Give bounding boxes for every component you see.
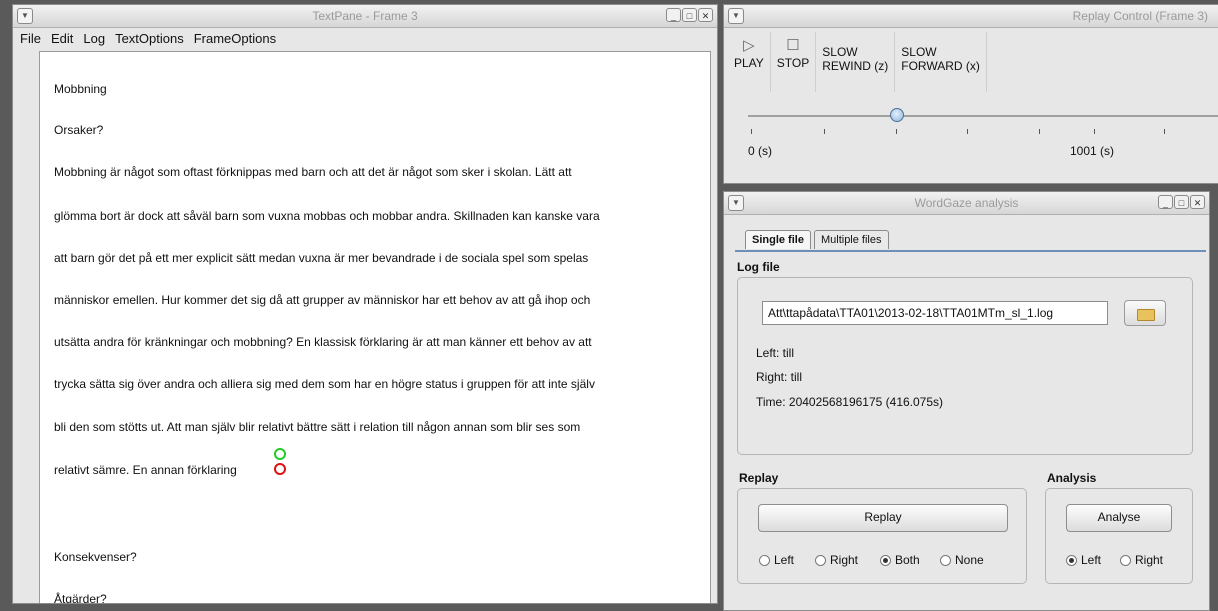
time-label: Time: 20402568196175 (416.075s) — [756, 395, 944, 409]
stop-button[interactable]: ☐ STOP — [771, 32, 817, 92]
replay-slider-thumb[interactable] — [890, 108, 904, 122]
radio-icon — [1120, 554, 1131, 566]
replay-group — [737, 488, 1027, 584]
text-line: utsätta andra för kränkningar och mobbni… — [54, 335, 592, 349]
text-area[interactable]: Mobbning Orsaker? Mobbning är något som … — [39, 51, 711, 604]
play-button[interactable]: ▷ PLAY — [728, 32, 771, 92]
text-line: Mobbning är något som oftast förknippas … — [54, 165, 572, 179]
slider-max-label: 1001 (s) — [1070, 144, 1115, 158]
analysis-radio-right[interactable]: Right — [1120, 553, 1163, 567]
text-line: Mobbning — [54, 82, 107, 96]
gaze-left-marker — [274, 448, 286, 460]
browse-button[interactable] — [1124, 300, 1166, 326]
slider-tick — [1164, 129, 1165, 134]
wordgaze-titlebar[interactable]: ▼ WordGaze analysis _ □ ✕ — [724, 192, 1209, 215]
text-line: att barn gör det på ett mer explicit sät… — [54, 251, 589, 265]
text-line: glömma bort är dock att såväl barn som v… — [54, 209, 600, 223]
radio-selected-icon — [880, 554, 891, 566]
slider-tick — [896, 129, 897, 134]
radio-selected-icon — [1066, 554, 1077, 566]
replay-radio-left[interactable]: Left — [759, 553, 794, 567]
tab-underline — [735, 250, 1206, 252]
window-title: WordGaze analysis — [914, 196, 1019, 210]
window-controls: _ □ ✕ — [1158, 195, 1205, 209]
textpane-window: ▼ TextPane - Frame 3 _ □ ✕ File Edit Log… — [12, 4, 718, 604]
menu-bar: File Edit Log TextOptions FrameOptions — [13, 28, 717, 49]
analysis-radio-left[interactable]: Left — [1066, 553, 1101, 567]
text-line: Åtgärder? — [54, 592, 107, 604]
replay-radio-none[interactable]: None — [940, 553, 984, 567]
maximize-icon[interactable]: □ — [1174, 195, 1189, 209]
slider-tick — [1039, 129, 1040, 134]
replay-toolbar: ▷ PLAY ☐ STOP SLOW REWIND (z) SLOW FORWA… — [728, 32, 987, 92]
radio-icon — [759, 554, 770, 566]
text-line: Konsekvenser? — [54, 550, 137, 564]
replay-button[interactable]: Replay — [758, 504, 1008, 532]
analysis-section-label: Analysis — [1047, 471, 1097, 485]
stop-icon: ☐ — [786, 37, 800, 54]
slider-min-label: 0 (s) — [748, 144, 772, 158]
text-line: relativt sämre. En annan förklaring — [54, 463, 237, 477]
folder-icon — [1137, 309, 1155, 321]
text-line: Orsaker? — [54, 123, 104, 137]
right-word-label: Right: till — [756, 370, 803, 384]
replay-radio-right[interactable]: Right — [815, 553, 858, 567]
analysis-group — [1045, 488, 1193, 584]
maximize-icon[interactable]: □ — [682, 8, 697, 22]
window-title: TextPane - Frame 3 — [312, 9, 418, 23]
replay-slider-track[interactable] — [748, 115, 1218, 117]
menu-frameoptions[interactable]: FrameOptions — [192, 28, 278, 49]
tab-single-file[interactable]: Single file — [745, 230, 811, 249]
slow-rewind-button[interactable]: SLOW REWIND (z) — [816, 32, 896, 92]
menu-file[interactable]: File — [18, 28, 43, 49]
close-icon[interactable]: ✕ — [698, 8, 713, 22]
replay-titlebar[interactable]: ▼ Replay Control (Frame 3) — [724, 5, 1218, 28]
log-path-field[interactable]: Att\ttapådata\TTA01\2013-02-18\TTA01MTm_… — [762, 301, 1108, 325]
log-file-label: Log file — [737, 260, 780, 274]
text-line: bli den som stötts ut. Att man själv bli… — [54, 420, 581, 434]
text-line: trycka sätta sig över andra och alliera … — [54, 377, 595, 391]
radio-icon — [940, 554, 951, 566]
close-icon[interactable]: ✕ — [1190, 195, 1205, 209]
tab-multiple-files[interactable]: Multiple files — [813, 230, 889, 249]
slow-forward-button[interactable]: SLOW FORWARD (x) — [895, 32, 987, 92]
slider-tick — [1094, 129, 1095, 134]
textpane-titlebar[interactable]: ▼ TextPane - Frame 3 _ □ ✕ — [13, 5, 717, 28]
minimize-icon[interactable]: _ — [666, 8, 681, 22]
play-icon: ▷ — [743, 37, 755, 54]
replay-control-window: ▼ Replay Control (Frame 3) ▷ PLAY ☐ STOP… — [723, 4, 1218, 184]
replay-section-label: Replay — [739, 471, 779, 485]
menu-textoptions[interactable]: TextOptions — [113, 28, 186, 49]
menu-log[interactable]: Log — [81, 28, 107, 49]
analyse-button[interactable]: Analyse — [1066, 504, 1172, 532]
window-title: Replay Control (Frame 3) — [1072, 9, 1208, 23]
slider-tick — [824, 129, 825, 134]
menu-edit[interactable]: Edit — [49, 28, 75, 49]
text-line: människor emellen. Hur kommer det sig då… — [54, 293, 591, 307]
wordgaze-tabs: Single file Multiple files — [745, 230, 892, 249]
minimize-icon[interactable]: _ — [1158, 195, 1173, 209]
radio-icon — [815, 554, 826, 566]
slider-tick — [967, 129, 968, 134]
slider-tick — [751, 129, 752, 134]
left-word-label: Left: till — [756, 346, 795, 360]
window-controls: _ □ ✕ — [666, 8, 713, 22]
gaze-right-marker — [274, 463, 286, 475]
replay-radio-both[interactable]: Both — [880, 553, 920, 567]
